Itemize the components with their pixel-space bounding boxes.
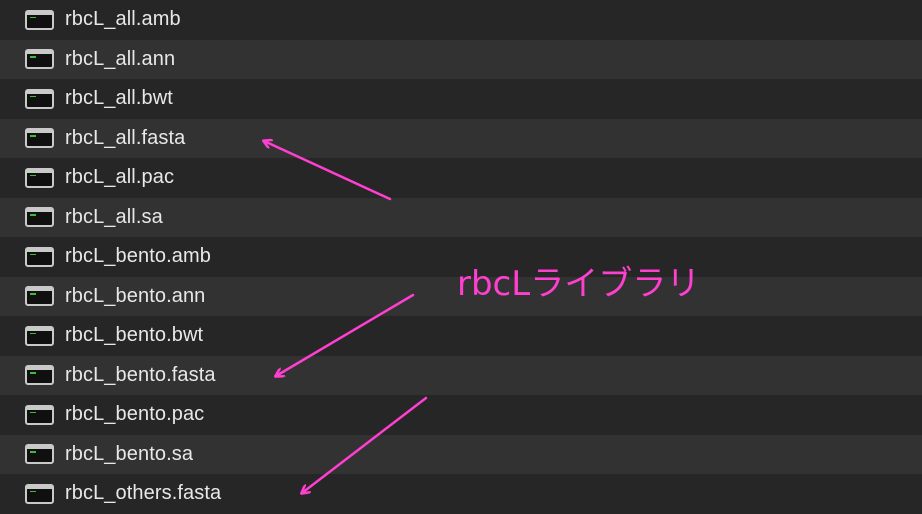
terminal-file-icon <box>25 207 54 228</box>
file-name: rbcL_all.fasta <box>65 126 186 149</box>
terminal-file-icon <box>25 325 54 346</box>
file-row[interactable]: rbcL_all.pac <box>0 158 922 198</box>
terminal-file-icon <box>25 9 54 30</box>
annotation-label: rbcLライブラリ <box>457 264 701 304</box>
file-name: rbcL_all.amb <box>65 8 181 31</box>
file-name: rbcL_bento.sa <box>65 442 194 465</box>
file-row[interactable]: rbcL_all.ann <box>0 39 922 79</box>
screenshot-stage: rbcL_all.amb rbcL_all.ann rbcL_all.bwt r… <box>0 0 922 514</box>
file-name: rbcL_bento.bwt <box>65 324 204 347</box>
file-row[interactable]: rbcL_all.fasta <box>0 118 922 158</box>
terminal-file-icon <box>25 483 54 504</box>
terminal-file-icon <box>25 286 54 307</box>
file-row[interactable]: rbcL_others.fasta <box>0 474 922 514</box>
terminal-file-icon <box>25 444 54 465</box>
terminal-file-icon <box>25 128 54 149</box>
file-name: rbcL_bento.amb <box>65 245 211 268</box>
file-name: rbcL_bento.pac <box>65 403 205 426</box>
terminal-file-icon <box>25 246 54 267</box>
file-name: rbcL_others.fasta <box>65 482 222 505</box>
file-row[interactable]: rbcL_all.bwt <box>0 79 922 119</box>
file-name: rbcL_bento.ann <box>65 284 206 307</box>
file-name: rbcL_all.sa <box>65 205 163 228</box>
file-name: rbcL_bento.fasta <box>65 363 216 386</box>
file-name: rbcL_all.pac <box>65 166 175 189</box>
terminal-file-icon <box>25 404 54 425</box>
file-row[interactable]: rbcL_bento.fasta <box>0 355 922 395</box>
file-row[interactable]: rbcL_all.amb <box>0 0 922 40</box>
file-name: rbcL_all.bwt <box>65 87 173 110</box>
terminal-file-icon <box>25 365 54 386</box>
file-name: rbcL_all.ann <box>65 47 176 70</box>
terminal-file-icon <box>25 167 54 188</box>
terminal-file-icon <box>25 88 54 109</box>
file-row[interactable]: rbcL_all.sa <box>0 197 922 237</box>
file-row[interactable]: rbcL_bento.pac <box>0 395 922 435</box>
file-row[interactable]: rbcL_bento.sa <box>0 434 922 474</box>
file-row[interactable]: rbcL_bento.bwt <box>0 316 922 356</box>
terminal-file-icon <box>25 49 54 70</box>
